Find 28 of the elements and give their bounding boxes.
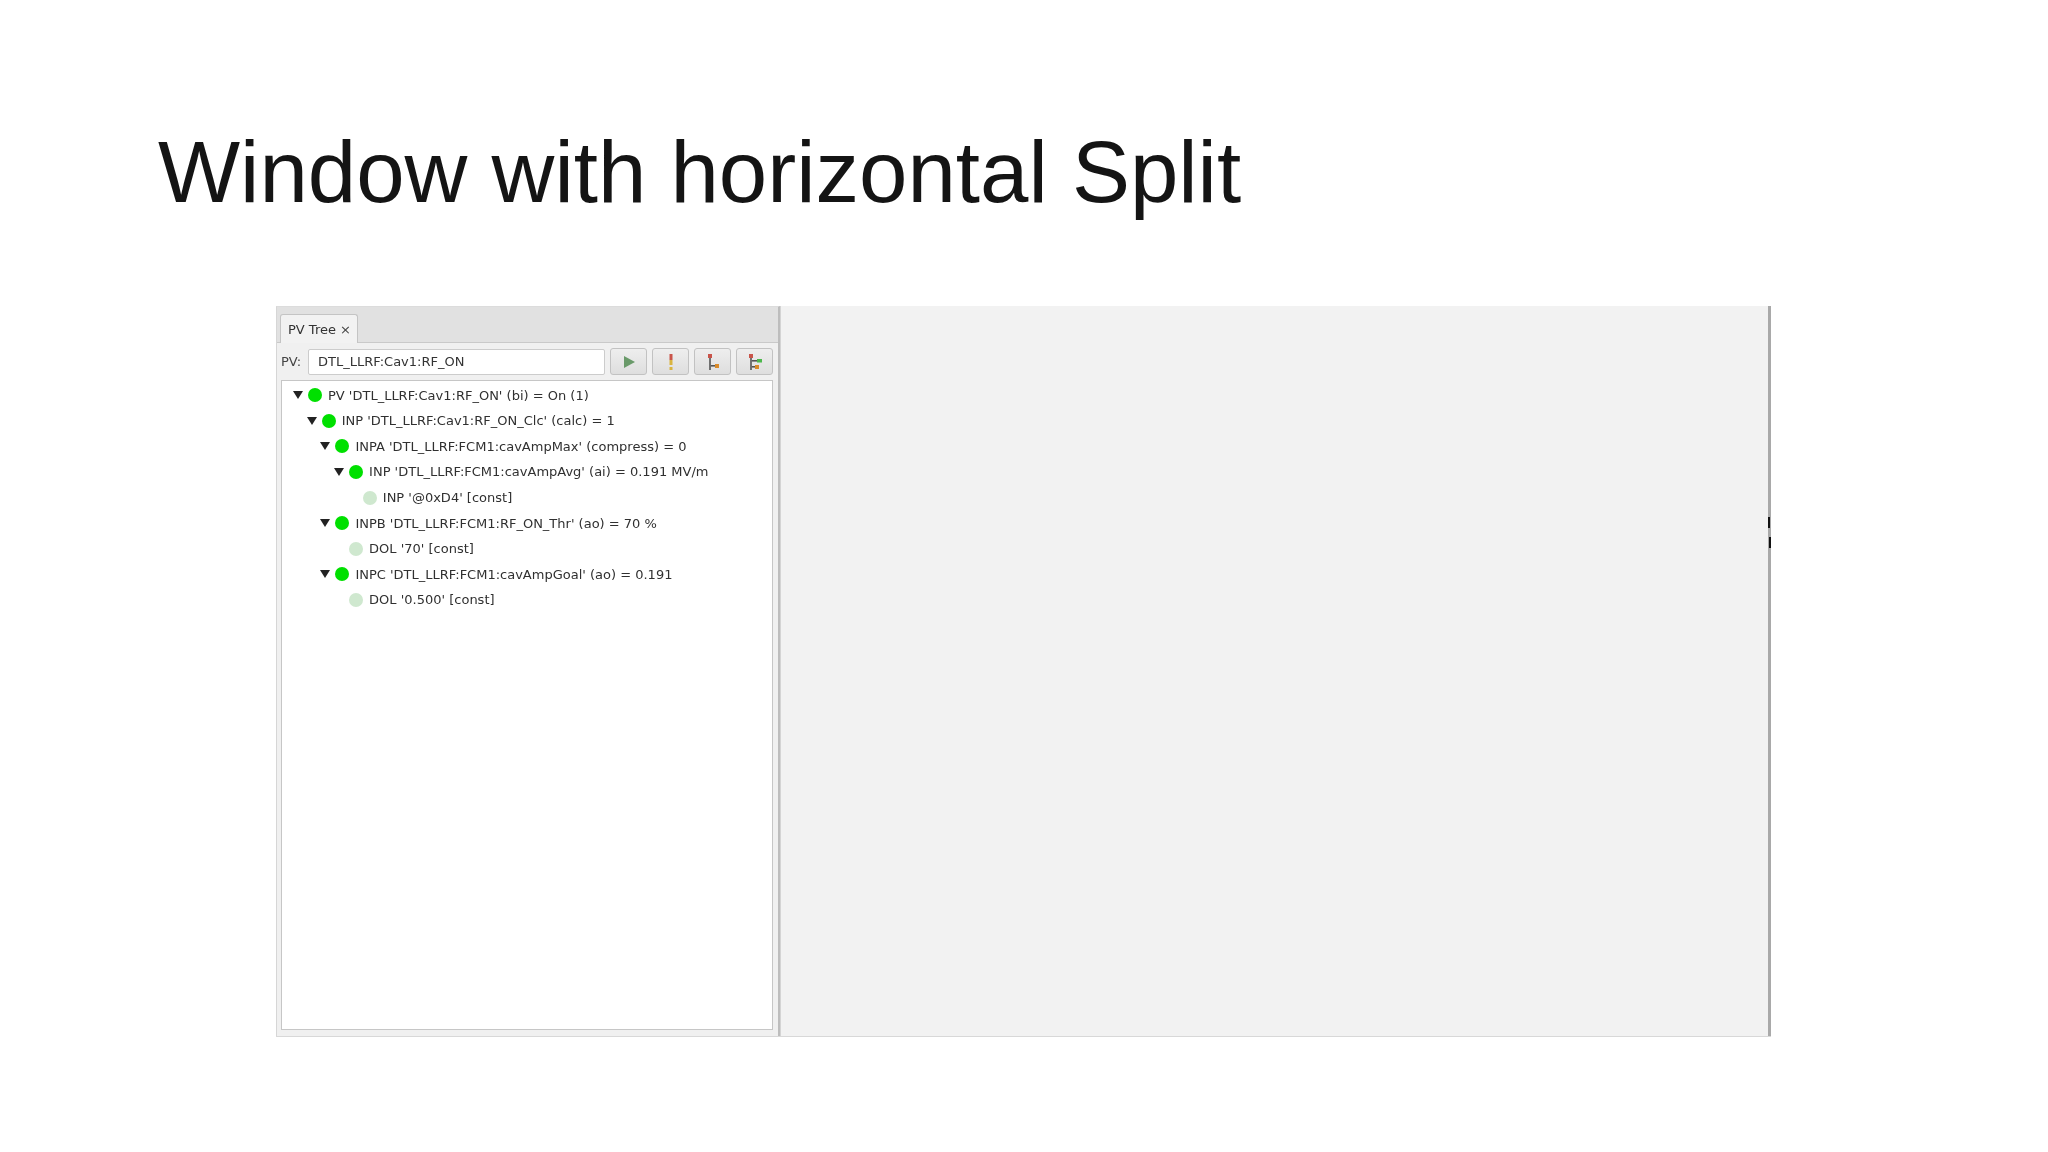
tree-node-label[interactable]: INP '@0xD4' [const] <box>382 490 513 506</box>
field-label: PV: <box>281 354 303 370</box>
caret-down-icon[interactable] <box>293 391 303 400</box>
caret-down-icon[interactable] <box>320 570 331 579</box>
collapse-tree-button[interactable] <box>694 348 731 376</box>
tree-node-label[interactable]: DOL '70' [const] <box>369 541 474 557</box>
tree-node-label[interactable]: INP 'DTL_LLRF:FCM1:cavAmpAvg' (ai) = 0.191 MV/m <box>369 464 709 480</box>
exclamation-icon <box>667 353 674 370</box>
caret-down-icon[interactable] <box>320 519 331 528</box>
slide-title: Window with horizontal Split <box>158 122 1242 222</box>
tree-node-label[interactable]: INP 'DTL_LLRF:Cav1:RF_ON_Clc' (calc) = 1 <box>341 413 615 429</box>
tree-node-label[interactable]: DOL '0.500' [const] <box>369 592 495 608</box>
tree-branches-icon <box>747 353 762 370</box>
caret-down-icon[interactable] <box>334 467 345 476</box>
expand-tree-button[interactable] <box>736 348 773 376</box>
tree-branch-icon <box>706 353 719 370</box>
tree-node-label[interactable]: INPB 'DTL_LLRF:FCM1:RF_ON_Thr' (ao) = 70 % <box>355 515 657 531</box>
pv-input-field[interactable]: DTL_LLRF:Cav1:RF_ON <box>308 348 605 375</box>
resize-grip-icon <box>1768 517 1771 549</box>
tree-node-label[interactable]: INPC 'DTL_LLRF:FCM1:cavAmpGoal' (ao) = 0.191 <box>355 566 673 582</box>
play-button[interactable] <box>610 348 647 376</box>
tree-node-label[interactable]: PV 'DTL_LLRF:Cav1:RF_ON' (bi) = On (1) <box>328 387 589 403</box>
tree-node-label[interactable]: INPA 'DTL_LLRF:FCM1:cavAmpMax' (compress) = 0 <box>355 438 687 454</box>
caret-down-icon[interactable] <box>320 442 331 451</box>
tab[interactable]: PV Tree × <box>280 314 358 344</box>
play-icon <box>621 353 636 370</box>
caret-down-icon[interactable] <box>306 416 317 425</box>
tab-close-button[interactable]: × <box>339 321 351 337</box>
